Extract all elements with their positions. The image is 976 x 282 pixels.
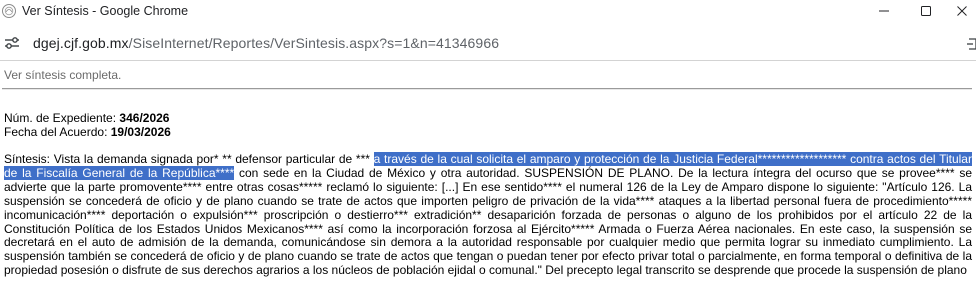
extension-icon[interactable] xyxy=(966,36,976,52)
see-full-synthesis-link[interactable]: Ver síntesis completa. xyxy=(4,68,121,82)
fecha-value: 19/03/2026 xyxy=(110,125,171,139)
sintesis-text: Síntesis: Vista la demanda signada por* … xyxy=(4,152,972,278)
expediente-label: Núm. de Expediente: xyxy=(4,111,117,125)
close-icon xyxy=(957,6,967,16)
url-path: /SiseInternet/Reportes/VerSintesis.aspx?… xyxy=(128,35,500,51)
maximize-icon xyxy=(921,6,931,16)
address-bar[interactable]: dgej.cjf.gob.mx/SiseInternet/Reportes/Ve… xyxy=(0,24,976,60)
minimize-button[interactable] xyxy=(864,0,904,22)
expediente-line: Núm. de Expediente: 346/2026 xyxy=(4,111,169,125)
app-seal-icon xyxy=(2,4,16,18)
sintesis-after: con sede en la Ciudad de México y otra a… xyxy=(4,165,972,278)
horizontal-rule xyxy=(2,88,972,90)
window-titlebar: Ver Síntesis - Google Chrome xyxy=(0,0,976,24)
url-text[interactable]: dgej.cjf.gob.mx/SiseInternet/Reportes/Ve… xyxy=(33,35,499,51)
tune-icon[interactable] xyxy=(4,36,20,50)
maximize-button[interactable] xyxy=(906,0,946,22)
url-host: dgej.cjf.gob.mx xyxy=(33,35,129,51)
close-button[interactable] xyxy=(948,0,976,22)
fecha-line: Fecha del Acuerdo: 19/03/2026 xyxy=(4,125,171,139)
minimize-icon xyxy=(879,10,889,12)
window-title: Ver Síntesis - Google Chrome xyxy=(22,4,189,18)
page-content: Ver síntesis completa. Núm. de Expedient… xyxy=(0,61,976,282)
sintesis-before: Síntesis: Vista la demanda signada por* … xyxy=(4,152,374,166)
fecha-label: Fecha del Acuerdo: xyxy=(4,125,108,139)
expediente-value: 346/2026 xyxy=(119,111,170,125)
